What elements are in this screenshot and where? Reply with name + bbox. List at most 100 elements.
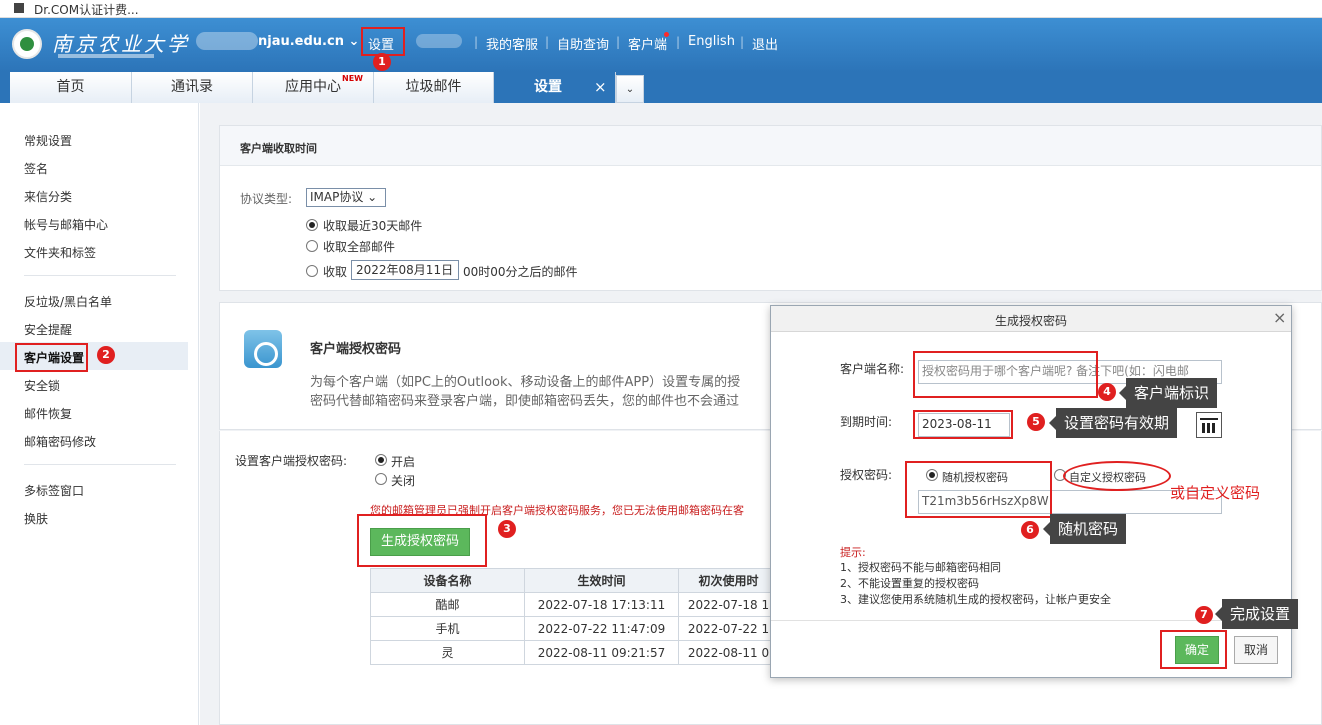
sidebar-item-folders[interactable]: 文件夹和标签 xyxy=(24,244,96,261)
hint-title: 提示: xyxy=(840,546,866,559)
receive-panel-header xyxy=(220,126,1321,166)
dialog-footer-divider xyxy=(771,620,1291,621)
close-icon[interactable]: × xyxy=(1273,308,1286,327)
sidebar-item-multitab[interactable]: 多标签窗口 xyxy=(24,482,84,499)
step-marker-7: 7 xyxy=(1195,606,1213,624)
first-use-time: 2022-07-18 1 xyxy=(678,592,779,617)
receive-section-title: 客户端收取时间 xyxy=(240,142,317,155)
sidebar-item-mail-recovery[interactable]: 邮件恢复 xyxy=(24,405,72,422)
protocol-label: 协议类型: xyxy=(240,192,293,206)
step-marker-2: 2 xyxy=(97,346,115,364)
callout-client-id: 客户端标识 xyxy=(1118,378,1218,408)
step-marker-3: 3 xyxy=(498,520,516,538)
callout-random-password: 随机密码 xyxy=(1042,514,1127,544)
radio-all-mail[interactable] xyxy=(306,240,318,252)
device-name: 酷邮 xyxy=(370,592,525,617)
highlight-client-settings xyxy=(15,343,88,372)
university-logo: 南京农业大学 xyxy=(52,32,190,56)
client-name-label: 客户端名称: xyxy=(840,362,905,376)
device-name: 灵 xyxy=(370,640,525,665)
sidebar-item-antispam[interactable]: 反垃圾/黑白名单 xyxy=(24,293,112,310)
dialog-title: 生成授权密码 xyxy=(994,314,1067,328)
sidebar-item-accounts[interactable]: 帐号与邮箱中心 xyxy=(24,216,108,233)
university-emblem-icon xyxy=(12,29,42,59)
hint-3: 3、建议您使用系统随机生成的授权密码，让帐户更安全 xyxy=(840,593,1111,606)
protocol-select[interactable]: IMAP协议 ⌄ xyxy=(306,188,386,207)
radio-auth-off[interactable] xyxy=(375,473,387,485)
auth-setting-label: 设置客户端授权密码: xyxy=(235,454,348,468)
sidebar-item-filters[interactable]: 来信分类 xyxy=(24,188,72,205)
step-marker-1: 1 xyxy=(373,53,391,71)
nav-english[interactable]: English xyxy=(688,34,735,49)
redacted-nav-item xyxy=(416,34,462,48)
radio-recent-30[interactable] xyxy=(306,219,318,231)
col-device: 设备名称 xyxy=(370,568,525,593)
sidebar-divider xyxy=(24,275,176,276)
hint-2: 2、不能设置重复的授权密码 xyxy=(840,577,979,590)
logo-subtitle-bar xyxy=(58,54,154,58)
first-use-time: 2022-08-11 0 xyxy=(678,640,779,665)
highlight-confirm xyxy=(1160,630,1227,669)
table-row: 灵 2022-08-11 09:21:57 2022-08-11 0 xyxy=(370,640,779,665)
highlight-expiry xyxy=(913,410,1013,439)
dialog-header: 生成授权密码 × xyxy=(771,306,1291,332)
since-date-input[interactable]: 2022年08月11日 xyxy=(351,260,459,280)
expiry-label: 到期时间: xyxy=(840,415,893,429)
first-use-time: 2022-07-22 1 xyxy=(678,616,779,641)
hint-1: 1、授权密码不能与邮箱密码相同 xyxy=(840,561,1001,574)
chevron-down-icon[interactable]: ⌄ xyxy=(616,75,644,103)
radio-all-mail-label: 收取全部邮件 xyxy=(323,240,396,254)
sidebar-item-security-alert[interactable]: 安全提醒 xyxy=(24,321,72,338)
auth-description-1: 为每个客户端（如PC上的Outlook、移动设备上的邮件APP）设置专属的授 xyxy=(310,375,741,390)
cancel-button[interactable]: 取消 xyxy=(1234,636,1278,664)
tab-spam[interactable]: 垃圾邮件 xyxy=(374,72,494,103)
device-table: 设备名称 生效时间 初次使用时 酷邮 2022-07-18 17:13:11 2… xyxy=(370,568,779,665)
notification-dot xyxy=(664,32,669,37)
col-effective: 生效时间 xyxy=(524,568,679,593)
radio-auth-on[interactable] xyxy=(375,454,387,466)
auth-section-title: 客户端授权密码 xyxy=(310,342,402,357)
sidebar-item-password[interactable]: 邮箱密码修改 xyxy=(24,433,96,450)
nav-logout[interactable]: 退出 xyxy=(752,34,778,53)
table-row: 酷邮 2022-07-18 17:13:11 2022-07-18 1 xyxy=(370,592,779,617)
highlight-client-name xyxy=(913,351,1098,398)
radio-since-date[interactable] xyxy=(306,265,318,277)
browser-title: Dr.COM认证计费... xyxy=(34,3,139,17)
since-date-suffix: 00时00分之后的邮件 xyxy=(463,265,578,279)
step-marker-6: 6 xyxy=(1021,521,1039,539)
tab-bar: 首页 通讯录 应用中心 垃圾邮件 设置 xyxy=(0,72,1322,103)
auth-description-2: 密码代替邮箱密码来登录客户端，即使邮箱密码丢失，您的邮件也不会通过 xyxy=(310,394,740,409)
auth-password-label: 授权密码: xyxy=(840,468,893,482)
tab-close-icon[interactable]: × xyxy=(594,78,607,96)
sidebar-item-general[interactable]: 常规设置 xyxy=(24,132,72,149)
table-row: 手机 2022-07-22 11:47:09 2022-07-22 1 xyxy=(370,616,779,641)
sidebar-item-security-lock[interactable]: 安全锁 xyxy=(24,377,60,394)
account-redacted xyxy=(196,32,258,50)
radio-recent-30-label: 收取最近30天邮件 xyxy=(323,219,423,233)
highlight-generate xyxy=(357,514,487,567)
highlight-random-password xyxy=(905,461,1052,518)
nav-my-service[interactable]: 我的客服 xyxy=(486,34,538,53)
account-menu[interactable]: njau.edu.cn ⌄ xyxy=(258,34,359,49)
sidebar-item-skin[interactable]: 换肤 xyxy=(24,510,48,527)
highlight-settings xyxy=(361,27,405,56)
col-first-use: 初次使用时 xyxy=(678,568,779,593)
device-name: 手机 xyxy=(370,616,525,641)
effective-time: 2022-08-11 09:21:57 xyxy=(524,640,679,665)
tab-home[interactable]: 首页 xyxy=(10,72,132,103)
app-icon xyxy=(14,3,24,13)
custom-password-note: 或自定义密码 xyxy=(1170,484,1261,502)
mail-header: 南京农业大学 njau.edu.cn ⌄ 设置 | 我的客服 | 自助查询 | … xyxy=(0,18,1322,72)
callout-finish: 完成设置 xyxy=(1214,599,1299,629)
tab-contacts[interactable]: 通讯录 xyxy=(132,72,253,103)
radio-since-date-prefix: 收取 xyxy=(323,265,348,279)
sidebar-divider xyxy=(24,464,176,465)
callout-expiry: 设置密码有效期 xyxy=(1048,408,1178,438)
radio-auth-off-label: 关闭 xyxy=(391,474,416,488)
sidebar-item-signature[interactable]: 签名 xyxy=(24,160,48,177)
effective-time: 2022-07-22 11:47:09 xyxy=(524,616,679,641)
calendar-icon[interactable] xyxy=(1196,412,1222,438)
nav-self-query[interactable]: 自助查询 xyxy=(557,34,609,53)
nav-client[interactable]: 客户端 xyxy=(628,34,667,53)
recycle-bin-icon xyxy=(244,330,282,368)
